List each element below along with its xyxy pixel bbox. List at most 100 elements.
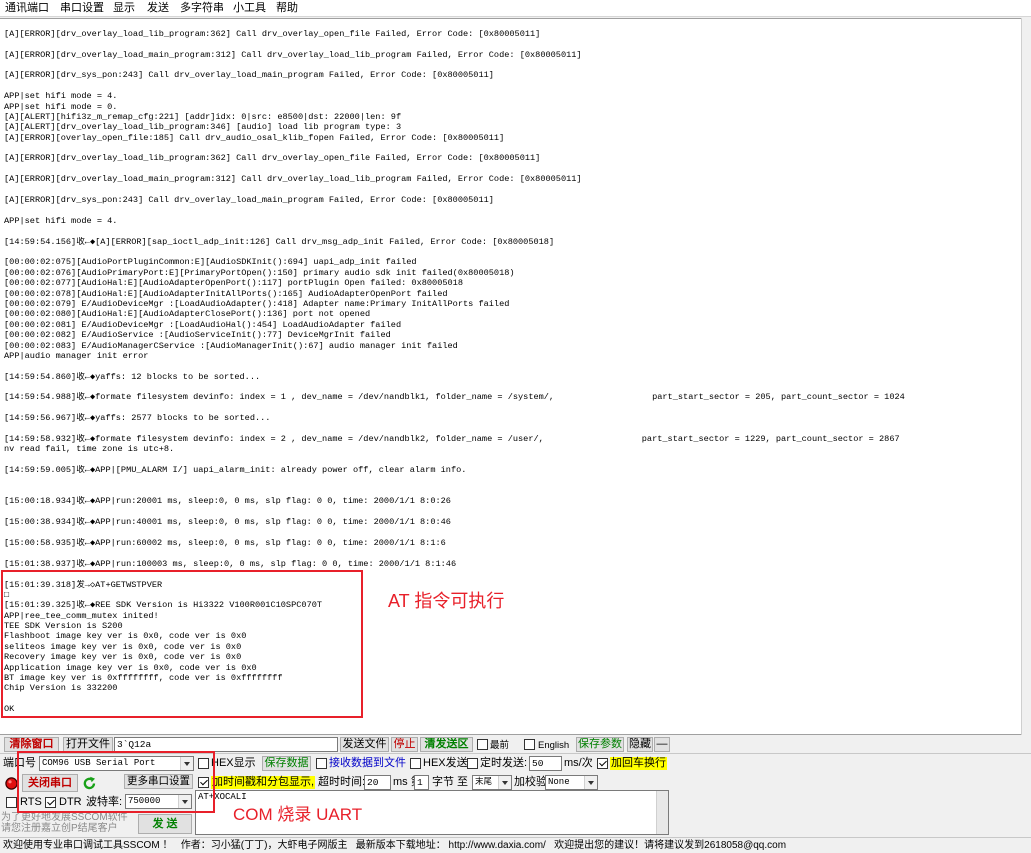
clear-window-button[interactable]: 清除窗口: [4, 737, 59, 752]
log-line: [14:59:59.005]收←◆APP|[PMU_ALARM I/] uapi…: [4, 465, 467, 476]
recv-to-file-checkbox[interactable]: [316, 758, 327, 769]
log-line: [A][ALERT][drv_overlay_load_lib_program:…: [4, 122, 402, 133]
log-line: [A][ERROR][drv_sys_pon:243] Call drv_ove…: [4, 70, 494, 81]
byte-from-input[interactable]: 1: [414, 775, 429, 790]
promo-line-1: 为了更好地发展SSCOM软件: [1, 812, 128, 823]
english-label: English: [538, 740, 570, 751]
hide-button[interactable]: 隐藏: [627, 737, 653, 752]
menu-item-tools[interactable]: 小工具: [233, 2, 266, 15]
status-bar-text: 欢迎使用专业串口调试工具SSCOM ！ 作者：习小猛(丁丁)，大虾电子网版主 最…: [3, 840, 787, 851]
hex-display-label: HEX显示: [211, 757, 256, 769]
byte-to-select[interactable]: 末尾: [472, 775, 512, 790]
log-line: [14:59:56.967]收←◆yaffs: 2577 blocks to b…: [4, 413, 271, 424]
log-line: [15:00:58.935]收←◆APP|run:60002 ms, sleep…: [4, 537, 446, 548]
stop-button[interactable]: 停止: [391, 737, 418, 752]
log-line: [15:00:18.934]收←◆APP|run:20001 ms, sleep…: [4, 496, 451, 507]
log-line: [15:01:38.937]收←◆APP|run:100003 ms, slee…: [4, 558, 457, 569]
log-line: [00:00:02:080][AudioHal:E][AudioAdapterC…: [4, 309, 371, 320]
send-button[interactable]: 发 送: [138, 814, 192, 834]
byte-to-value: 末尾: [475, 777, 493, 787]
log-line: [A][ERROR][drv_overlay_load_lib_program:…: [4, 28, 541, 39]
menu-item-comm-port[interactable]: 通讯端口: [5, 2, 49, 15]
log-line: [00:00:02:083] E/AudioManagerCService :[…: [4, 340, 458, 351]
hex-send-label: HEX发送: [423, 757, 468, 769]
file-path-input[interactable]: 3`Q12a: [114, 737, 338, 752]
menu-item-help[interactable]: 帮助: [276, 2, 298, 15]
log-line: [A][ALERT][hifi3z_m_remap_cfg:221] [addr…: [4, 111, 402, 122]
timed-send-checkbox[interactable]: [467, 758, 478, 769]
send-interval-input[interactable]: 50: [529, 756, 562, 771]
log-line: APP|set hifi mode = 0.: [4, 101, 118, 112]
log-line: [14:59:54.860]收←◆yaffs: 12 blocks to be …: [4, 371, 261, 382]
menu-item-send[interactable]: 发送: [147, 2, 169, 15]
topmost-label: 最前: [490, 740, 510, 751]
chevron-down-icon: [498, 776, 511, 789]
timed-send-label: 定时发送:: [480, 757, 528, 769]
com-port-highlight-box: [17, 751, 215, 813]
com-uart-annotation: COM 烧录 UART: [233, 805, 363, 824]
at-commands-highlight-box: [1, 570, 363, 718]
topmost-checkbox[interactable]: [477, 739, 488, 750]
log-line: [00:00:02:077][AudioHal:E][AudioAdapterO…: [4, 278, 463, 289]
log-line: [14:59:58.932]收←◆formate filesystem devi…: [4, 434, 900, 445]
clear-send-button[interactable]: 清发送区: [420, 737, 473, 752]
log-line: [00:00:02:075][AudioPortPluginCommon:E][…: [4, 257, 417, 268]
log-line: [A][ERROR][drv_sys_pon:243] Call drv_ove…: [4, 195, 494, 206]
byte-to-label: 字节 至: [432, 776, 469, 788]
timeout-input[interactable]: 20: [364, 775, 391, 790]
minimize-button[interactable]: —: [654, 737, 670, 752]
log-line: APP|set hifi mode = 4.: [4, 91, 118, 102]
menu-bar: 通讯端口 串口设置 显示 发送 多字符串 小工具 帮助: [0, 0, 1031, 17]
timeout-label: 超时时间:: [318, 776, 366, 788]
log-line: [14:59:54.156]收←◆[A][ERROR][sap_ioctl_ad…: [4, 236, 555, 247]
checksum-label: 加校验: [514, 776, 547, 788]
log-line: [A][ERROR][drv_overlay_load_main_program…: [4, 174, 582, 185]
english-checkbox[interactable]: [524, 739, 535, 750]
log-line: APP|audio manager init error: [4, 350, 149, 361]
log-line: [00:00:02:082] E/AudioService :[AudioSer…: [4, 330, 391, 341]
save-data-button[interactable]: 保存数据: [262, 756, 311, 771]
log-line: [A][ERROR][overlay_open_file:185] Call d…: [4, 132, 505, 143]
status-bar: 欢迎使用专业串口调试工具SSCOM ！ 作者：习小猛(丁丁)，大虾电子网版主 最…: [0, 837, 1031, 853]
hex-send-checkbox[interactable]: [410, 758, 421, 769]
log-line: nv read fail, time zone is utc+8.: [4, 444, 175, 455]
send-file-button[interactable]: 发送文件: [340, 737, 389, 752]
open-file-button[interactable]: 打开文件: [63, 737, 113, 752]
checksum-value: None: [548, 777, 570, 787]
log-line: [15:00:38.934]收←◆APP|run:40001 ms, sleep…: [4, 517, 451, 528]
crlf-label: 加回车换行: [610, 757, 667, 770]
menu-item-display[interactable]: 显示: [113, 2, 135, 15]
crlf-checkbox[interactable]: [597, 758, 608, 769]
rts-checkbox[interactable]: [6, 797, 17, 808]
promo-line-2: 请您注册嘉立创P结尾客户: [1, 823, 118, 834]
menu-item-port-settings[interactable]: 串口设置: [60, 2, 104, 15]
menu-item-multi-string[interactable]: 多字符串: [180, 2, 224, 15]
log-line: [A][ERROR][drv_overlay_load_main_program…: [4, 49, 582, 60]
save-params-button[interactable]: 保存参数: [576, 737, 624, 752]
chevron-down-icon: [584, 776, 597, 789]
log-line: [00:00:02:078][AudioHal:E][AudioAdapterI…: [4, 288, 448, 299]
log-line: [00:00:02:079] E/AudioDeviceMgr :[LoadAu…: [4, 298, 510, 309]
recv-to-file-label[interactable]: 接收数据到文件: [329, 757, 406, 770]
checksum-select[interactable]: None: [545, 775, 598, 790]
send-textarea-scrollbar[interactable]: [656, 791, 668, 834]
receive-log-scrollbar[interactable]: [1021, 18, 1031, 735]
